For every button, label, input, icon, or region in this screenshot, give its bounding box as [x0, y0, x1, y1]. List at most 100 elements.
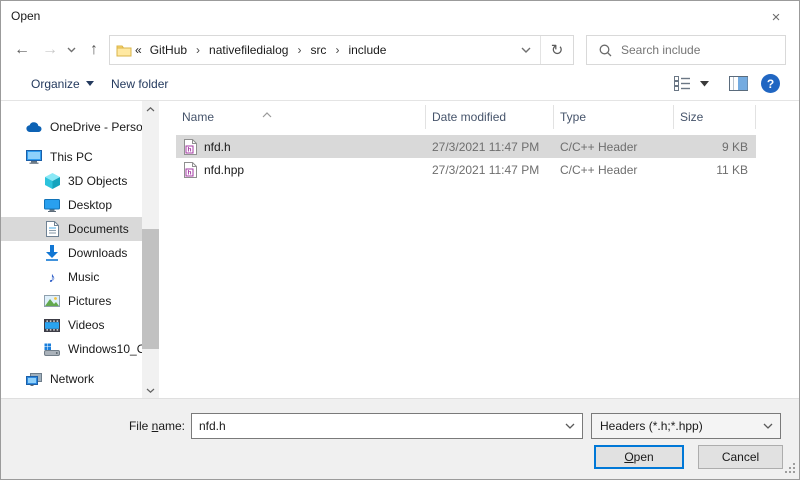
music-icon: ♪ — [44, 269, 60, 285]
date-modified-cell: 27/3/2021 11:47 PM — [426, 163, 554, 177]
breadcrumb-item-nativefiledialog[interactable]: nativefiledialog — [204, 43, 293, 57]
new-folder-button[interactable]: New folder — [111, 67, 168, 100]
date-modified-cell: 27/3/2021 11:47 PM — [426, 140, 554, 154]
sidebar-item-label: Documents — [68, 222, 129, 236]
desktop-icon — [44, 197, 60, 213]
forward-button[interactable]: → — [37, 33, 63, 67]
help-button[interactable]: ? — [761, 67, 780, 100]
drive-icon — [44, 341, 60, 357]
sidebar-item-label: Pictures — [68, 294, 111, 308]
file-type-value: Headers (*.h;*.hpp) — [592, 419, 756, 433]
videos-icon — [44, 317, 60, 333]
sidebar-item-label: This PC — [50, 150, 93, 164]
network-icon — [26, 371, 42, 387]
file-list: Name Date modified Type Size h — [176, 101, 791, 398]
resize-grip[interactable] — [785, 463, 796, 477]
up-icon: ↑ — [90, 41, 98, 59]
cancel-button[interactable]: Cancel — [698, 445, 783, 469]
search-icon — [599, 44, 612, 57]
sidebar-item-videos[interactable]: Videos — [1, 313, 142, 337]
svg-text:h: h — [188, 146, 192, 153]
open-button[interactable]: Open — [594, 445, 684, 469]
computer-icon — [26, 149, 42, 165]
sidebar-item-desktop[interactable]: Desktop — [1, 193, 142, 217]
open-dialog-window: Open × ← → ↑ « GitHub › nativefiledialog — [0, 0, 800, 480]
breadcrumb-item-include[interactable]: include — [343, 43, 391, 57]
sort-ascending-icon — [262, 102, 272, 126]
change-view-button[interactable] — [674, 67, 709, 100]
back-button[interactable]: ← — [9, 33, 35, 67]
preview-pane-icon — [729, 76, 748, 91]
breadcrumb-item-github[interactable]: GitHub — [145, 43, 192, 57]
column-header-name[interactable]: Name — [176, 105, 426, 129]
column-headers: Name Date modified Type Size — [176, 103, 791, 131]
chevron-down-icon[interactable] — [756, 414, 780, 438]
chevron-down-icon[interactable] — [558, 414, 582, 438]
type-cell: C/C++ Header — [554, 140, 674, 154]
titlebar: Open × — [1, 1, 799, 33]
header-file-icon: h — [184, 139, 197, 155]
file-name-cell: h nfd.hpp — [176, 162, 426, 178]
scrollbar-thumb[interactable] — [142, 229, 159, 349]
sidebar-item-label: Downloads — [68, 246, 127, 260]
sidebar-item-documents[interactable]: Documents — [1, 217, 142, 241]
close-icon: × — [772, 9, 781, 26]
sidebar-item-music[interactable]: ♪ Music — [1, 265, 142, 289]
help-icon: ? — [761, 74, 780, 93]
scrollbar-down-icon[interactable] — [142, 382, 159, 398]
organize-button[interactable]: Organize — [31, 67, 94, 100]
footer-panel: File name: Headers (*.h;*.hpp) Open Canc… — [1, 398, 799, 480]
column-header-date-modified[interactable]: Date modified — [426, 105, 554, 129]
breadcrumb-collapse[interactable]: « — [132, 43, 145, 57]
chevron-down-icon — [700, 81, 709, 87]
sidebar-item-label: Desktop — [68, 198, 112, 212]
recent-locations-button[interactable] — [63, 33, 79, 67]
sidebar-item-windows10-os[interactable]: Windows10_OS ( — [1, 337, 142, 361]
column-header-type[interactable]: Type — [554, 105, 674, 129]
file-rows: h nfd.h 27/3/2021 11:47 PM C/C++ Header … — [176, 135, 791, 181]
close-button[interactable]: × — [763, 7, 789, 27]
refresh-button[interactable]: ↻ — [541, 36, 573, 64]
address-bar[interactable]: « GitHub › nativefiledialog › src › incl… — [109, 35, 574, 65]
file-type-combobox[interactable]: Headers (*.h;*.hpp) — [591, 413, 781, 439]
address-dropdown-button[interactable] — [512, 36, 540, 64]
scrollbar-up-icon[interactable] — [142, 101, 159, 117]
sidebar-item-3d-objects[interactable]: 3D Objects — [1, 169, 142, 193]
window-title: Open — [11, 9, 40, 23]
table-row[interactable]: h nfd.hpp 27/3/2021 11:47 PM C/C++ Heade… — [176, 158, 756, 181]
sidebar-item-label: Videos — [68, 318, 104, 332]
documents-icon — [44, 221, 60, 237]
breadcrumb-item-src[interactable]: src — [305, 43, 331, 57]
size-cell: 11 KB — [674, 163, 756, 177]
table-row[interactable]: h nfd.h 27/3/2021 11:47 PM C/C++ Header … — [176, 135, 756, 158]
downloads-icon — [44, 245, 60, 261]
breadcrumb-separator-icon[interactable]: › — [192, 43, 204, 57]
sidebar-item-pictures[interactable]: Pictures — [1, 289, 142, 313]
sidebar-item-this-pc[interactable]: This PC — [1, 145, 142, 169]
sidebar-item-downloads[interactable]: Downloads — [1, 241, 142, 265]
file-name-label: File name: — [1, 413, 185, 439]
sidebar-list: OneDrive - Person This PC 3D Objects — [1, 101, 159, 391]
file-name-cell: h nfd.h — [176, 139, 426, 155]
breadcrumb-separator-icon[interactable]: › — [293, 43, 305, 57]
sidebar-item-label: 3D Objects — [68, 174, 127, 188]
file-name-input[interactable] — [192, 419, 558, 433]
file-name-combobox[interactable] — [191, 413, 583, 439]
breadcrumb-separator-icon[interactable]: › — [331, 43, 343, 57]
sidebar-item-label: Network — [50, 372, 94, 386]
navigation-pane: OneDrive - Person This PC 3D Objects — [1, 101, 159, 398]
preview-pane-button[interactable] — [729, 67, 748, 100]
sidebar-item-network[interactable]: Network — [1, 367, 142, 391]
details-view-icon — [674, 76, 692, 91]
search-input[interactable] — [621, 43, 785, 57]
main-area: OneDrive - Person This PC 3D Objects — [1, 101, 799, 398]
organize-label: Organize — [31, 77, 80, 91]
sidebar-scrollbar[interactable] — [142, 101, 159, 398]
search-box[interactable] — [586, 35, 786, 65]
sidebar-item-onedrive[interactable]: OneDrive - Person — [1, 115, 142, 139]
sidebar-item-label: Windows10_OS ( — [68, 342, 142, 356]
column-header-size[interactable]: Size — [674, 105, 756, 129]
command-toolbar: Organize New folder ? — [1, 67, 799, 101]
up-button[interactable]: ↑ — [81, 33, 107, 67]
chevron-down-icon — [67, 47, 76, 53]
